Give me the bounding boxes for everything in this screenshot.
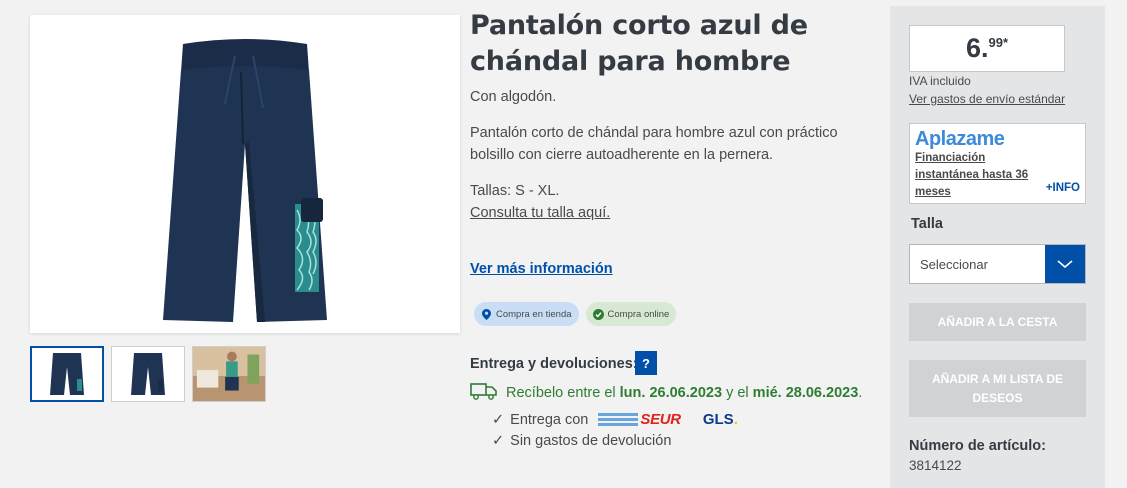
location-pin-icon [481, 308, 492, 320]
vat-note: IVA incluido [909, 74, 971, 88]
product-title: Pantalón corto azul de chándal para homb… [470, 10, 808, 77]
size-guide-link[interactable]: Consulta tu talla aquí. [470, 202, 610, 224]
delivery-suffix: . [858, 385, 863, 401]
delivery-date-from: lun. 26.06.2023 [619, 385, 723, 401]
carrier-row: ✓ Entrega con SEUR GLS. [492, 411, 738, 428]
truck-icon [470, 381, 498, 405]
check-circle-icon [592, 308, 604, 320]
article-number: 3814122 [909, 458, 962, 473]
aplazame-logo: Aplazame [915, 128, 1005, 150]
shorts-back-thumbnail-icon [131, 353, 165, 395]
check-mark: ✓ [492, 433, 505, 449]
delivery-date-to: mié. 28.06.2023 [752, 385, 859, 401]
add-to-wishlist-button[interactable]: AÑADIR A MI LISTA DE DESEOS [909, 360, 1086, 417]
product-subtitle: Con algodón. [470, 89, 557, 105]
online-badge-label: Compra online [607, 308, 670, 320]
returns-row: ✓ Sin gastos de devolución [492, 433, 671, 449]
size-select-value: Seleccionar [920, 256, 988, 272]
delivery-help-button[interactable]: ? [635, 351, 657, 375]
main-product-image[interactable] [30, 15, 460, 333]
chevron-down-icon[interactable] [1045, 245, 1085, 283]
thumbnail-back[interactable] [111, 346, 185, 402]
price-main: 6. [965, 33, 989, 63]
gls-logo: GLS. [703, 411, 738, 428]
product-sizes: Tallas: S - XL. [470, 183, 560, 199]
price-cents: 99* [988, 35, 1009, 50]
availability-badges: Compra en tienda Compra online [474, 302, 677, 326]
delivery-title: Entrega y devoluciones: [470, 356, 638, 372]
size-select[interactable]: Seleccionar [909, 244, 1086, 284]
add-to-cart-button[interactable]: AÑADIR A LA CESTA [909, 303, 1086, 341]
carrier-prefix: Entrega con [510, 411, 589, 428]
financing-more-info[interactable]: +INFO [1046, 182, 1080, 194]
product-description: Pantalón corto de chándal para hombre az… [470, 125, 838, 163]
delivery-prefix: Recíbelo entre el [506, 385, 616, 401]
seur-logo: SEUR [598, 411, 681, 428]
shorts-image [163, 39, 327, 322]
online-badge: Compra online [585, 302, 677, 326]
thumbnail-lifestyle[interactable] [192, 346, 266, 402]
shorts-thumbnail-icon [50, 353, 84, 395]
financing-box[interactable]: Aplazame Financiación instantánea hasta … [909, 123, 1086, 204]
gls-logo-dot: . [733, 411, 738, 428]
seur-logo-text: SEUR [640, 411, 681, 428]
returns-text: Sin gastos de devolución [510, 433, 672, 449]
thumbnail-front[interactable] [30, 346, 104, 402]
store-badge-label: Compra en tienda [496, 308, 572, 320]
article-number-label: Número de artículo: [909, 438, 1046, 454]
financing-text[interactable]: Financiación instantánea hasta 36 meses [915, 150, 1035, 201]
delivery-and: y el [726, 385, 749, 401]
delivery-estimate: Recíbelo entre el lun. 26.06.2023 y el m… [470, 381, 862, 405]
store-badge: Compra en tienda [474, 302, 579, 326]
more-info-link[interactable]: Ver más información [470, 261, 613, 277]
shipping-costs-link[interactable]: Ver gastos de envío estándar [909, 92, 1065, 106]
check-mark: ✓ [492, 411, 505, 428]
size-label: Talla [911, 216, 943, 232]
gls-logo-text: GLS [702, 411, 734, 428]
price-box: 6. 99* [909, 25, 1065, 72]
lifestyle-photo-icon [193, 347, 265, 401]
thumbnail-strip [30, 346, 266, 402]
